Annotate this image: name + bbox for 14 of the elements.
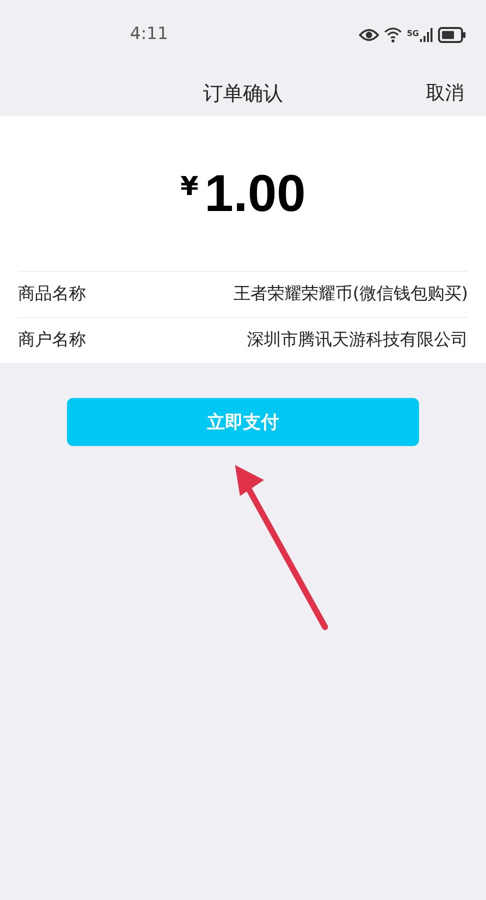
amount-value: 1.00 xyxy=(204,164,306,224)
battery-icon xyxy=(438,27,466,43)
status-time: 4:11 xyxy=(130,23,168,46)
currency-symbol: ¥ xyxy=(180,171,198,204)
cancel-button[interactable]: 取消 xyxy=(426,78,464,108)
detail-label: 商户名称 xyxy=(18,328,86,352)
page-title: 订单确认 xyxy=(203,80,283,107)
signal-icon xyxy=(420,28,433,42)
eye-icon xyxy=(358,28,379,42)
network-label: 5G xyxy=(406,28,419,40)
wifi-icon xyxy=(384,27,402,43)
detail-label: 商品名称 xyxy=(18,282,86,306)
detail-value: 王者荣耀荣耀币(微信钱包购买) xyxy=(234,282,468,306)
detail-value: 深圳市腾讯天游科技有限公司 xyxy=(247,328,468,352)
